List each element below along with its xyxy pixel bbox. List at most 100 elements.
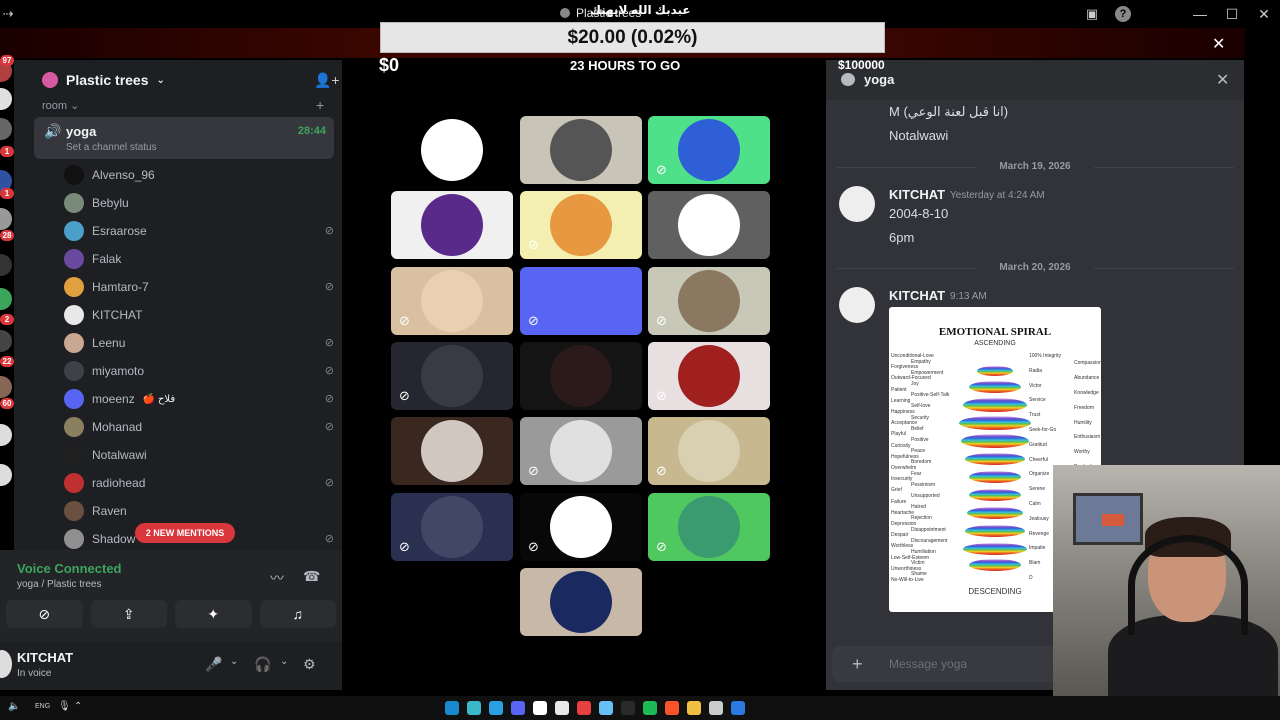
server-icon[interactable] xyxy=(0,88,12,110)
voice-member[interactable]: Esraarose ⊘ xyxy=(64,217,334,245)
chevron-down-icon[interactable]: ⌄ xyxy=(230,656,238,667)
chevron-down-icon[interactable]: ⌄ xyxy=(280,656,288,667)
taskbar-app-icon[interactable] xyxy=(555,701,569,715)
message-author[interactable]: KITCHAT xyxy=(889,288,945,303)
taskbar-app-icon[interactable] xyxy=(643,701,657,715)
taskbar-app-icon[interactable] xyxy=(665,701,679,715)
sound-tray-icon[interactable]: 🔈 xyxy=(8,701,20,712)
taskbar-app-icon[interactable] xyxy=(445,701,459,715)
taskbar-app-icon[interactable] xyxy=(489,701,503,715)
participant-tile[interactable]: ⊘ xyxy=(648,116,770,184)
tray-overflow-icon[interactable]: ⌃ xyxy=(74,701,82,712)
voice-member[interactable]: Bebylu xyxy=(64,189,334,217)
avatar xyxy=(421,344,483,407)
minimize-button[interactable]: — xyxy=(1184,0,1216,28)
participant-tile[interactable] xyxy=(648,191,770,260)
muted-mic-icon: ⊘ xyxy=(528,237,539,253)
avatar[interactable] xyxy=(839,186,875,222)
participant-tile[interactable]: ⊘ xyxy=(648,341,770,410)
server-icon[interactable] xyxy=(0,208,12,230)
participant-tile[interactable] xyxy=(520,116,642,184)
inbox-icon[interactable]: ▣ xyxy=(1084,6,1100,22)
voice-member[interactable]: Hamtaro-7 ⊘ xyxy=(64,273,334,301)
server-icon[interactable] xyxy=(0,288,12,310)
voice-member[interactable]: Leenu ⊘ xyxy=(64,329,334,357)
voice-member[interactable]: Notalwawi xyxy=(64,441,334,469)
channel-status[interactable]: Set a channel status xyxy=(66,142,157,153)
camera-off-button[interactable]: ⊘ xyxy=(6,600,83,628)
user-name[interactable]: KITCHAT xyxy=(17,650,73,665)
message-author[interactable]: KITCHAT xyxy=(889,187,945,202)
maximize-button[interactable]: ☐ xyxy=(1216,0,1248,28)
attach-plus-icon[interactable]: + xyxy=(852,654,863,675)
participant-tile[interactable]: ⊘ xyxy=(648,417,770,486)
participant-tile[interactable] xyxy=(391,191,513,260)
server-icon[interactable] xyxy=(0,464,12,486)
voice-member[interactable]: miyamoto ⊘ xyxy=(64,357,334,385)
activities-button[interactable]: ✦ xyxy=(175,600,252,628)
voice-member[interactable]: radiohead ⊘ xyxy=(64,469,334,497)
participant-tile[interactable]: ⊘ xyxy=(648,266,770,335)
taskbar-app-icon[interactable] xyxy=(533,701,547,715)
participant-tile[interactable]: ⊘ xyxy=(391,341,513,410)
headphones-icon[interactable]: 🎧 xyxy=(254,656,271,673)
category-room[interactable]: room ⌄ xyxy=(42,99,79,112)
taskbar-app-icon[interactable] xyxy=(687,701,701,715)
noise-suppression-icon[interactable]: 〰 xyxy=(270,568,284,588)
server-icon[interactable] xyxy=(0,424,12,446)
participant-tile[interactable]: ⊘ xyxy=(520,417,642,486)
taskbar-app-icon[interactable] xyxy=(599,701,613,715)
avatar[interactable] xyxy=(839,287,875,323)
participant-tile[interactable] xyxy=(391,116,513,184)
taskbar-app-icon[interactable] xyxy=(511,701,525,715)
participant-tile[interactable]: ⊘ xyxy=(648,492,770,561)
close-chat-icon[interactable]: ✕ xyxy=(1216,70,1229,90)
avatar xyxy=(550,495,612,558)
taskbar-app-icon[interactable] xyxy=(467,701,481,715)
chevron-down-icon: ⌄ xyxy=(70,100,80,112)
spiral-label: Gratitud xyxy=(1029,441,1047,448)
voice-location[interactable]: yoga / Plastic trees xyxy=(17,579,101,590)
participant-tile[interactable]: ⊘ xyxy=(520,191,642,260)
voice-status[interactable]: Voice Connected xyxy=(17,561,122,576)
participant-tile[interactable] xyxy=(520,567,642,636)
microphone-icon[interactable]: 🎤 xyxy=(205,656,222,673)
participant-tile[interactable]: ⊘ xyxy=(520,492,642,561)
voice-member[interactable]: Alvenso_96 xyxy=(64,161,334,189)
help-icon[interactable]: ? xyxy=(1115,6,1131,22)
disconnect-icon[interactable]: ☎ xyxy=(303,568,320,585)
soundboard-button[interactable]: ♫ xyxy=(259,600,336,628)
settings-gear-icon[interactable]: ⚙ xyxy=(303,656,316,673)
server-icon[interactable] xyxy=(0,118,12,140)
donation-close-button[interactable]: ✕ xyxy=(1212,34,1225,54)
participant-tile[interactable]: ⊘ xyxy=(520,266,642,335)
close-window-button[interactable]: ✕ xyxy=(1248,0,1280,28)
screen-share-button[interactable]: ⇪ xyxy=(90,600,167,628)
taskbar-app-icon[interactable] xyxy=(731,701,745,715)
voice-channel-yoga[interactable]: 🔊 yoga Set a channel status 28:44 xyxy=(34,117,334,159)
new-mentions-pill[interactable]: 2 NEW MENTIONS xyxy=(135,523,235,543)
taskbar-app-icon[interactable] xyxy=(709,701,723,715)
participant-tile[interactable]: ⊘ xyxy=(391,266,513,335)
server-icon[interactable] xyxy=(0,254,12,276)
participant-tile[interactable]: ⊘ xyxy=(391,492,513,561)
voice-member[interactable]: moeenz 🍎 فلاح ⊘ xyxy=(64,385,334,413)
invite-people-icon[interactable]: 👤+ xyxy=(314,72,340,89)
voice-member[interactable]: Raven xyxy=(64,497,334,525)
language-indicator[interactable]: ENG xyxy=(35,703,50,710)
voice-member[interactable]: Falak xyxy=(64,245,334,273)
back-arrow-icon[interactable]: ⇢ xyxy=(0,6,16,22)
taskbar-app-icon[interactable] xyxy=(621,701,635,715)
server-header[interactable]: Plastic trees ⌄ xyxy=(42,72,165,88)
avatar[interactable] xyxy=(0,650,12,678)
voice-member[interactable]: KITCHAT xyxy=(64,301,334,329)
microphone-tray-icon[interactable]: 🎙 xyxy=(58,701,71,712)
server-icon[interactable] xyxy=(0,376,12,398)
participant-tile[interactable] xyxy=(520,341,642,410)
voice-member[interactable]: Mohanad ⊘ xyxy=(64,413,334,441)
taskbar-app-icon[interactable] xyxy=(577,701,591,715)
message-input[interactable]: Message yoga xyxy=(889,657,967,671)
create-channel-icon[interactable]: + xyxy=(316,97,324,113)
participant-tile[interactable] xyxy=(391,417,513,486)
server-icon[interactable] xyxy=(0,330,12,352)
